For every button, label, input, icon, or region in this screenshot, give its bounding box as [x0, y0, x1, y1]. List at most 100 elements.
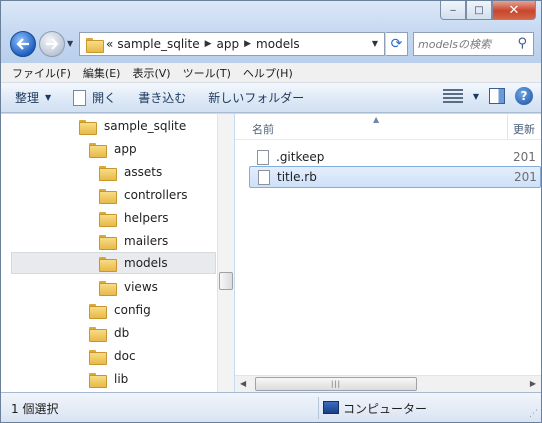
breadcrumb-app[interactable]: app [217, 37, 240, 51]
menu-tools[interactable]: ツール(T) [178, 65, 238, 81]
folder-icon [89, 142, 107, 158]
menu-edit[interactable]: 編集(E) [78, 65, 128, 81]
tree-item-db[interactable]: db [89, 322, 129, 344]
tree-item-config[interactable]: config [89, 299, 151, 321]
folder-icon [79, 119, 97, 135]
scroll-left-icon[interactable]: ◀ [240, 379, 246, 388]
burn-label: 書き込む [138, 91, 187, 105]
folder-icon [99, 165, 117, 181]
refresh-button[interactable]: ⟳ [386, 32, 408, 56]
folder-icon [99, 211, 117, 227]
scrollbar-thumb[interactable]: ||| [255, 377, 417, 391]
column-divider[interactable] [507, 114, 508, 140]
open-button[interactable]: 開く [73, 89, 116, 106]
refresh-icon: ⟳ [390, 36, 403, 52]
file-row-title-rb[interactable]: title.rb 201 [249, 166, 541, 188]
chevron-down-icon: ▼ [45, 93, 52, 102]
tree-item-label: config [114, 303, 151, 317]
open-label: 開く [92, 91, 117, 105]
folder-icon [99, 188, 117, 204]
tree-item-sample-sqlite[interactable]: sample_sqlite [79, 115, 186, 137]
folder-icon [89, 349, 107, 365]
tree-item-label: db [114, 326, 130, 340]
tree-item-controllers[interactable]: controllers [99, 184, 188, 206]
tree-item-mailers[interactable]: mailers [99, 230, 168, 252]
back-button[interactable] [10, 31, 36, 57]
tree-item-doc[interactable]: doc [89, 345, 136, 367]
tree-item-label: app [114, 142, 137, 156]
folder-icon [89, 303, 107, 319]
status-divider [318, 397, 319, 419]
breadcrumb: « sample_sqlite ▶ app ▶ models [106, 37, 300, 51]
minimize-button[interactable]: ‒ [440, 1, 466, 20]
resize-grip-icon[interactable]: ⋰ [529, 409, 538, 419]
tree-item-label: sample_sqlite [104, 119, 187, 133]
search-input[interactable] [418, 36, 512, 52]
tree-item-label: lib [114, 372, 129, 386]
burn-button[interactable]: 書き込む [138, 89, 186, 106]
tree-item-lib[interactable]: lib [89, 368, 128, 390]
tree-item-label: mailers [124, 234, 169, 248]
file-list-pane: ▲ 名前 更新 .gitkeep 201 title.rb 201 [235, 114, 541, 392]
view-dropdown-icon[interactable]: ▼ [473, 92, 479, 101]
menu-view[interactable]: 表示(V) [127, 65, 177, 81]
chevron-right-icon[interactable]: ▶ [244, 39, 251, 49]
selection-count: 1 個選択 [11, 402, 59, 416]
column-headers: ▲ 名前 更新 [235, 114, 541, 140]
document-icon [257, 149, 269, 165]
address-bar[interactable]: « sample_sqlite ▶ app ▶ models ▼ [79, 32, 385, 56]
maximize-button[interactable]: □ [466, 1, 492, 20]
search-box[interactable]: ⚲ [413, 32, 534, 56]
file-name: title.rb [277, 170, 317, 184]
breadcrumb-models[interactable]: models [256, 37, 300, 51]
tree-item-views[interactable]: views [99, 276, 158, 298]
close-button[interactable]: ✕ [492, 1, 536, 20]
search-icon[interactable]: ⚲ [517, 36, 527, 51]
title-bar: ‒ □ ✕ ▼ « sample_sqlite ▶ app ▶ models ▼… [1, 1, 541, 63]
back-arrow-icon [16, 38, 29, 50]
tree-item-label: views [124, 280, 158, 294]
recent-pages-dropdown-icon[interactable]: ▼ [67, 39, 77, 49]
new-folder-label: 新しいフォルダー [208, 91, 305, 105]
status-location: コンピューター [343, 402, 428, 416]
explorer-window: ‒ □ ✕ ▼ « sample_sqlite ▶ app ▶ models ▼… [0, 0, 542, 423]
folder-icon [89, 326, 107, 342]
tree-item-app[interactable]: app [89, 138, 137, 160]
help-icon[interactable]: ? [515, 87, 533, 105]
menu-file[interactable]: ファイル(F) [7, 65, 78, 81]
column-header-name[interactable]: 名前 [252, 121, 274, 137]
file-name: .gitkeep [276, 150, 325, 164]
scroll-right-icon[interactable]: ▶ [530, 379, 536, 388]
tree-item-label: assets [124, 165, 163, 179]
horizontal-scrollbar[interactable]: ◀ ||| ▶ [235, 375, 541, 392]
scrollbar-thumb[interactable] [219, 272, 233, 290]
tree-item-models[interactable]: models [11, 252, 216, 274]
folder-icon [86, 37, 104, 53]
details-view-icon[interactable] [442, 89, 463, 103]
forward-button[interactable] [39, 31, 65, 57]
folder-icon [99, 256, 117, 272]
file-row-gitkeep[interactable]: .gitkeep 201 [249, 146, 541, 168]
caption-buttons: ‒ □ ✕ [440, 1, 536, 21]
tree-item-label: controllers [124, 188, 188, 202]
menu-bar: ファイル(F) 編集(E) 表示(V) ツール(T) ヘルプ(H) [1, 63, 541, 83]
view-controls: ▼ ? [442, 87, 533, 105]
column-header-date[interactable]: 更新 [513, 121, 535, 137]
sort-ascending-icon: ▲ [373, 115, 380, 124]
file-date: 201 [513, 150, 536, 164]
breadcrumb-sample-sqlite[interactable]: sample_sqlite [117, 37, 199, 51]
status-bar: 1 個選択 コンピューター ⋰ [1, 392, 541, 422]
new-folder-button[interactable]: 新しいフォルダー [208, 89, 304, 106]
tree-item-helpers[interactable]: helpers [99, 207, 169, 229]
folder-icon [99, 234, 117, 250]
preview-pane-icon[interactable] [489, 88, 505, 104]
menu-help[interactable]: ヘルプ(H) [238, 65, 300, 81]
tree-item-assets[interactable]: assets [99, 161, 162, 183]
address-dropdown-icon[interactable]: ▼ [372, 39, 378, 48]
breadcrumb-overflow[interactable]: « [106, 37, 113, 51]
navigation-pane: sample_sqlite app assets controllers hel… [1, 114, 233, 392]
folder-icon [99, 280, 117, 296]
organize-button[interactable]: 整理 ▼ [15, 89, 51, 106]
navigation-scrollbar[interactable] [217, 114, 234, 392]
chevron-right-icon[interactable]: ▶ [205, 39, 212, 49]
